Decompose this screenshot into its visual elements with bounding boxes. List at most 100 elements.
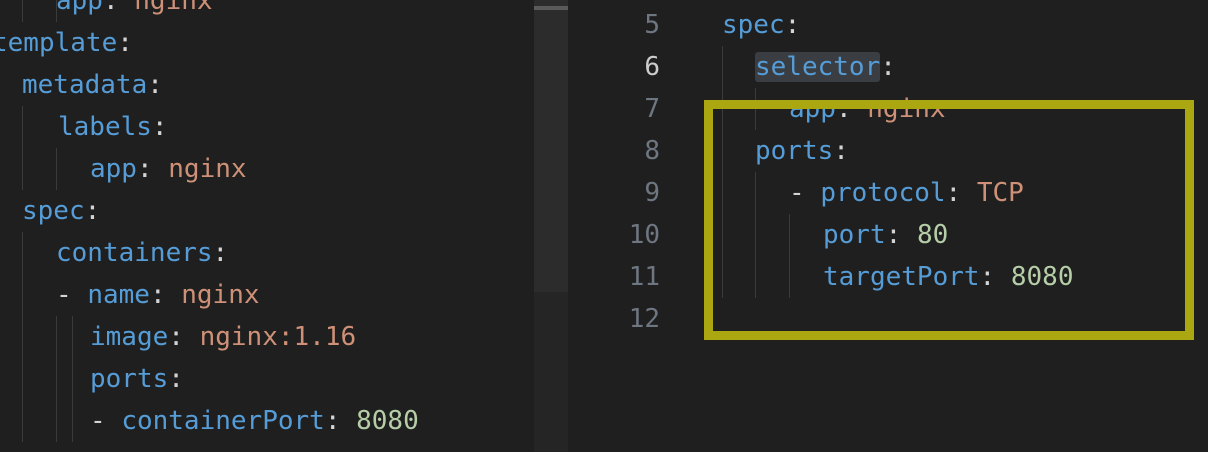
yaml-value: nginx:1.16 (199, 322, 357, 352)
indent-guide (789, 214, 790, 256)
line-number: 6 (644, 52, 660, 82)
code-line[interactable]: app: nginx (0, 148, 534, 190)
yaml-value: nginx (168, 154, 247, 184)
code-line[interactable]: ports: (0, 358, 534, 400)
code-text: - protocol: TCP (789, 172, 1024, 214)
code-line[interactable]: spec: (0, 190, 534, 232)
code-line-5[interactable]: 5 spec: (568, 4, 1208, 46)
line-number: 10 (628, 220, 660, 250)
yaml-separator: : (880, 52, 896, 82)
indent-guide (72, 400, 73, 442)
yaml-separator: : (147, 70, 163, 100)
indent-guide (22, 106, 23, 148)
code-text: spec: (722, 4, 800, 46)
yaml-separator: : (151, 112, 168, 142)
code-text: - containerPort: 8080 (90, 400, 419, 442)
left-editor-pane[interactable]: app: nginx template: metadata: labels: app: … (0, 0, 534, 452)
indent-guide (22, 232, 23, 274)
line-number: 9 (644, 178, 660, 208)
indent-guide (56, 148, 57, 190)
yaml-value: 8080 (1010, 262, 1074, 292)
code-text: image: nginx:1.16 (90, 316, 356, 358)
code-text: metadata: (22, 64, 163, 106)
yaml-separator: : (168, 364, 184, 394)
line-number: 8 (644, 136, 660, 166)
yaml-separator: : (784, 10, 801, 40)
indent-guide (722, 256, 723, 298)
indent-guide (56, 316, 57, 358)
code-line-6[interactable]: 6 selector: (568, 46, 1208, 88)
indent-guide (755, 214, 756, 256)
code-text: template: (0, 22, 133, 64)
indent-guide (722, 214, 723, 256)
code-line[interactable]: metadata: (0, 64, 534, 106)
code-text: labels: (58, 106, 168, 148)
code-line[interactable]: containers: (0, 232, 534, 274)
code-text: app: nginx (56, 0, 213, 22)
line-number: 7 (644, 94, 660, 124)
code-text: app: nginx (789, 88, 946, 130)
yaml-key: selector (755, 52, 881, 82)
indent-guide (22, 0, 23, 22)
code-line-12[interactable]: 12 (568, 298, 1208, 340)
yaml-value: nginx (134, 0, 213, 16)
code-line-11[interactable]: 11 targetPort: 8080 (568, 256, 1208, 298)
yaml-key: ports (755, 136, 834, 166)
indent-guide (72, 358, 73, 400)
yaml-separator: : (885, 220, 917, 250)
code-line[interactable]: app: nginx (0, 0, 534, 22)
code-text: port: 80 (823, 214, 948, 256)
yaml-separator: : (835, 94, 868, 124)
code-line-7[interactable]: 7 app: nginx (568, 88, 1208, 130)
yaml-separator: : (117, 28, 133, 58)
list-dash: - (789, 178, 821, 208)
yaml-separator: : (979, 262, 1011, 292)
yaml-key: metadata (22, 70, 148, 100)
yaml-separator: : (168, 322, 200, 352)
yaml-key: app (90, 154, 137, 184)
line-number: 5 (644, 10, 660, 40)
scrollbar-marker (534, 6, 568, 10)
code-text: selector: (755, 46, 896, 88)
code-line[interactable]: labels: (0, 106, 534, 148)
list-dash: - (56, 280, 88, 310)
yaml-key: spec (722, 10, 785, 40)
yaml-key: name (87, 280, 150, 310)
indent-guide (722, 130, 723, 172)
code-line[interactable]: image: nginx:1.16 (0, 316, 534, 358)
indent-guide (22, 400, 23, 442)
yaml-key: app (56, 0, 103, 16)
indent-guide (722, 172, 723, 214)
yaml-separator: : (324, 406, 357, 436)
code-text: ports: (755, 130, 849, 172)
right-editor-pane[interactable]: 5 spec: 6 selector: 7 app: nginx 8 ports: 9 - pro… (568, 0, 1208, 452)
left-editor-scrollbar[interactable] (534, 0, 568, 452)
indent-guide (72, 316, 73, 358)
indent-guide (22, 148, 23, 190)
code-line[interactable]: - containerPort: 8080 (0, 400, 534, 442)
code-line[interactable]: template: (0, 22, 534, 64)
yaml-key: protocol (820, 178, 946, 208)
code-line-10[interactable]: 10 port: 80 (568, 214, 1208, 256)
yaml-separator: : (149, 280, 182, 310)
indent-guide (755, 256, 756, 298)
yaml-key: ports (90, 364, 169, 394)
code-line[interactable]: - name: nginx (0, 274, 534, 316)
code-line-9[interactable]: 9 - protocol: TCP (568, 172, 1208, 214)
yaml-value: nginx (867, 94, 946, 124)
indent-guide (722, 88, 723, 130)
code-text: containers: (56, 232, 228, 274)
indent-guide (755, 88, 756, 130)
code-text: ports: (90, 358, 184, 400)
yaml-separator: : (945, 178, 977, 208)
list-dash: - (90, 406, 122, 436)
yaml-key: containers (56, 238, 213, 268)
indent-guide (755, 172, 756, 214)
indent-guide (56, 400, 57, 442)
yaml-separator: : (212, 238, 229, 268)
indent-guide (22, 274, 23, 316)
yaml-separator: : (833, 136, 849, 166)
scrollbar-thumb[interactable] (534, 0, 568, 292)
code-line-8[interactable]: 8 ports: (568, 130, 1208, 172)
code-text: spec: (22, 190, 100, 232)
